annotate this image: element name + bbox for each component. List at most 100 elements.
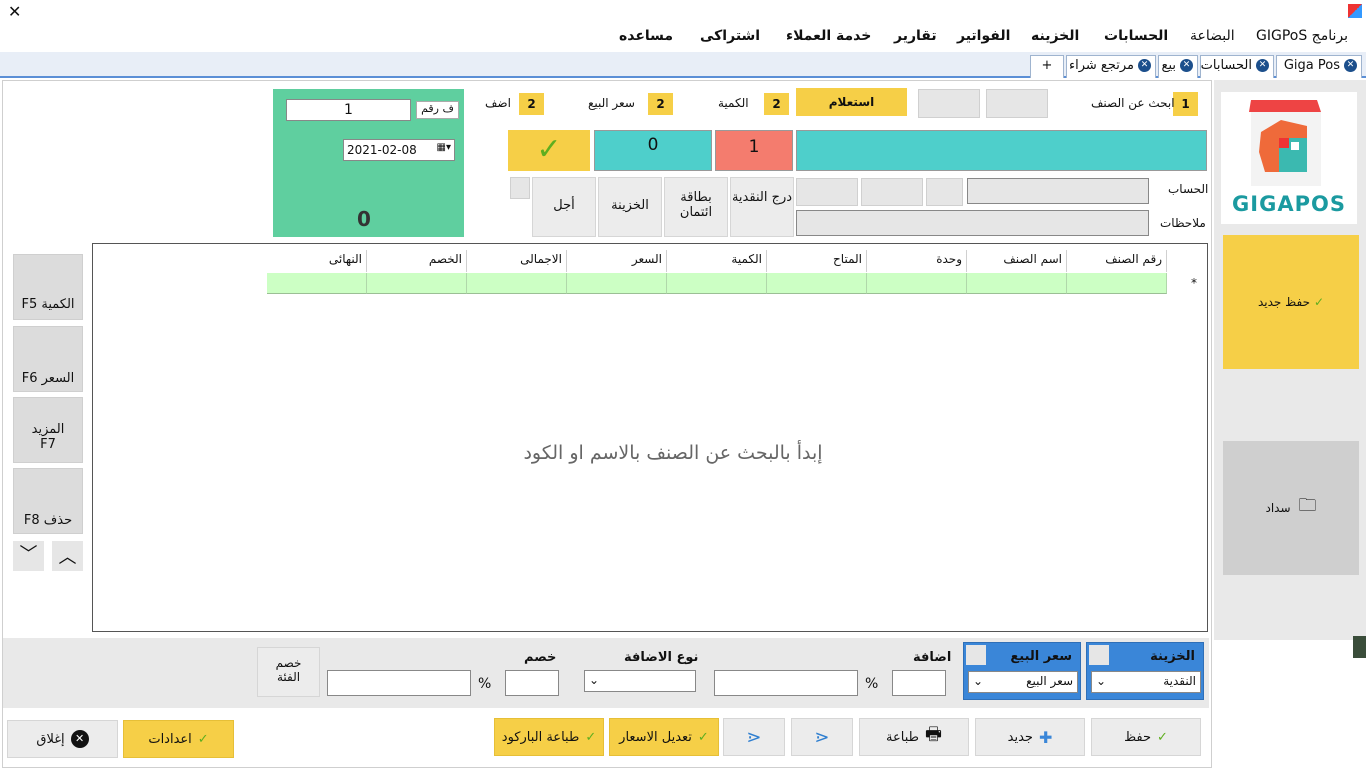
empty-grid-message: إبدأ بالبحث عن الصنف بالاسم او الكود: [523, 442, 823, 464]
deferred-button[interactable]: أجل: [532, 177, 596, 237]
logo-text: GIGAPOS: [1232, 192, 1346, 216]
notes-input[interactable]: [796, 210, 1149, 236]
plus-icon: ✚: [1038, 727, 1053, 747]
addition-input[interactable]: [892, 670, 946, 696]
edit-prices-button[interactable]: ✓ تعديل الاسعار: [609, 718, 719, 756]
menu-bar: ✕ برنامج GIGPoS البضاعة الحسابات الخزينه…: [0, 0, 1366, 52]
new-row-cell[interactable]: [467, 273, 567, 294]
addition-type-select[interactable]: ⌄: [584, 670, 696, 692]
tab-accounts[interactable]: ✕الحسابات: [1200, 55, 1274, 78]
col-final[interactable]: النهائى: [267, 250, 367, 272]
new-row-cell[interactable]: [367, 273, 467, 294]
qty-label: الكمية: [718, 96, 749, 110]
col-available[interactable]: المتاح: [767, 250, 867, 272]
item-search-input[interactable]: [796, 130, 1207, 171]
tab-sale[interactable]: ✕بيع: [1158, 55, 1198, 78]
printer-icon: 🖶: [924, 724, 942, 745]
treasury-label: الخزينة: [1150, 649, 1195, 664]
account-extra-3[interactable]: [796, 178, 858, 206]
account-input[interactable]: [967, 178, 1149, 204]
discount-input[interactable]: [505, 670, 559, 696]
tab-close-icon[interactable]: ✕: [1344, 59, 1357, 72]
tab-giga-pos[interactable]: ✕Giga Pos: [1276, 55, 1362, 78]
share-icon: ⋖: [746, 726, 762, 748]
close-button[interactable]: ✕ إغلاق: [7, 720, 118, 758]
tab-strip: ✕Giga Pos ✕الحسابات ✕بيع ✕مرتجع شراء +: [0, 52, 1366, 78]
col-quantity[interactable]: الكمية: [667, 250, 767, 272]
menu-reports[interactable]: تقارير: [894, 28, 937, 44]
invoice-number-input[interactable]: 1: [286, 99, 411, 121]
calendar-dropdown-icon[interactable]: ▦▾: [437, 142, 451, 153]
tab-add[interactable]: +: [1030, 55, 1064, 78]
account-extra-2[interactable]: [861, 178, 923, 206]
close-window-icon[interactable]: ✕: [8, 2, 21, 21]
price-f6-button[interactable]: السعر F6: [13, 326, 83, 392]
category-discount-button[interactable]: خصم الفئة: [257, 647, 320, 697]
side-handle[interactable]: [1353, 636, 1366, 658]
col-unit[interactable]: وحدة: [867, 250, 967, 272]
price-checkbox[interactable]: [966, 645, 986, 665]
new-row-cell[interactable]: [867, 273, 967, 294]
new-button[interactable]: ✚ جديد: [975, 718, 1085, 756]
blank-field-2[interactable]: [918, 89, 980, 118]
menu-program[interactable]: برنامج GIGPoS: [1256, 28, 1348, 44]
confirm-add-button[interactable]: ✓: [508, 130, 590, 171]
cash-drawer-button[interactable]: درج النقدية: [730, 177, 794, 237]
addition-type-label: نوع الاضافة: [624, 650, 699, 665]
col-discount[interactable]: الخصم: [367, 250, 467, 272]
chevron-down-icon[interactable]: ﹀: [13, 541, 44, 571]
new-row-cell[interactable]: [1067, 273, 1167, 294]
new-row-cell[interactable]: [267, 273, 367, 294]
menu-treasury[interactable]: الخزينه: [1031, 28, 1079, 44]
menu-accounts[interactable]: الحسابات: [1104, 28, 1168, 44]
addition-amount-input[interactable]: [714, 670, 858, 696]
new-row-cell[interactable]: [767, 273, 867, 294]
tab-close-icon[interactable]: ✕: [1138, 59, 1151, 72]
price-step-number: 2: [648, 93, 673, 115]
treasury-button[interactable]: الخزينة: [598, 177, 662, 237]
new-row-cell[interactable]: [567, 273, 667, 294]
print-button[interactable]: 🖶 طباعة: [859, 718, 969, 756]
new-row-cell[interactable]: [667, 273, 767, 294]
tab-close-icon[interactable]: ✕: [1256, 59, 1269, 72]
menu-help[interactable]: مساعده: [619, 28, 673, 44]
account-extra-1[interactable]: [926, 178, 963, 206]
date-picker[interactable]: 2021-02-08 ▦▾: [343, 139, 455, 161]
inquiry-button[interactable]: استعلام: [796, 88, 907, 116]
tab-close-icon[interactable]: ✕: [1180, 59, 1193, 72]
col-price[interactable]: السعر: [567, 250, 667, 272]
chevron-up-icon[interactable]: ︿: [52, 541, 83, 571]
discount-amount-input[interactable]: [327, 670, 471, 696]
quantity-input[interactable]: 1: [715, 130, 793, 171]
small-option-box[interactable]: [510, 177, 530, 199]
menu-customer-service[interactable]: خدمة العملاء: [786, 28, 871, 44]
qty-f5-button[interactable]: الكمية F5: [13, 254, 83, 320]
blank-field-1[interactable]: [986, 89, 1048, 118]
delete-f8-button[interactable]: حذف F8: [13, 468, 83, 534]
print-barcode-button[interactable]: ✓ طباعة الباركود: [494, 718, 604, 756]
check-icon: ✓: [1157, 729, 1168, 745]
share-button-2[interactable]: ⋖: [723, 718, 785, 756]
col-total[interactable]: الاجمالى: [467, 250, 567, 272]
price-type-select[interactable]: سعر البيع ⌄: [968, 671, 1078, 693]
more-f7-button[interactable]: المزيد F7: [13, 397, 83, 463]
save-button[interactable]: ✓ حفظ: [1091, 718, 1201, 756]
credit-card-button[interactable]: بطاقة ائتمان: [664, 177, 728, 237]
col-item-name[interactable]: اسم الصنف: [967, 250, 1067, 272]
pay-button[interactable]: 🗀 سداد: [1223, 441, 1359, 575]
price-input[interactable]: 0: [594, 130, 712, 171]
treasury-select[interactable]: النقدية ⌄: [1091, 671, 1201, 693]
treasury-checkbox[interactable]: [1089, 645, 1109, 665]
menu-goods[interactable]: البضاعة: [1190, 28, 1235, 44]
check-icon: ✓: [1314, 295, 1325, 309]
share-button[interactable]: ⋖: [791, 718, 853, 756]
menu-subscription[interactable]: اشتراكى: [700, 28, 760, 44]
tab-purchase-return[interactable]: ✕مرتجع شراء: [1066, 55, 1156, 78]
new-row-cell[interactable]: [967, 273, 1067, 294]
items-grid: رقم الصنف اسم الصنف وحدة المتاح الكمية ا…: [92, 243, 1208, 632]
menu-invoices[interactable]: الفواتير: [957, 28, 1010, 44]
check-icon: ✓: [697, 729, 709, 745]
col-item-number[interactable]: رقم الصنف: [1067, 250, 1167, 272]
settings-button[interactable]: ✓ اعدادات: [123, 720, 234, 758]
save-new-button[interactable]: ✓ حفظ جديد: [1223, 235, 1359, 369]
